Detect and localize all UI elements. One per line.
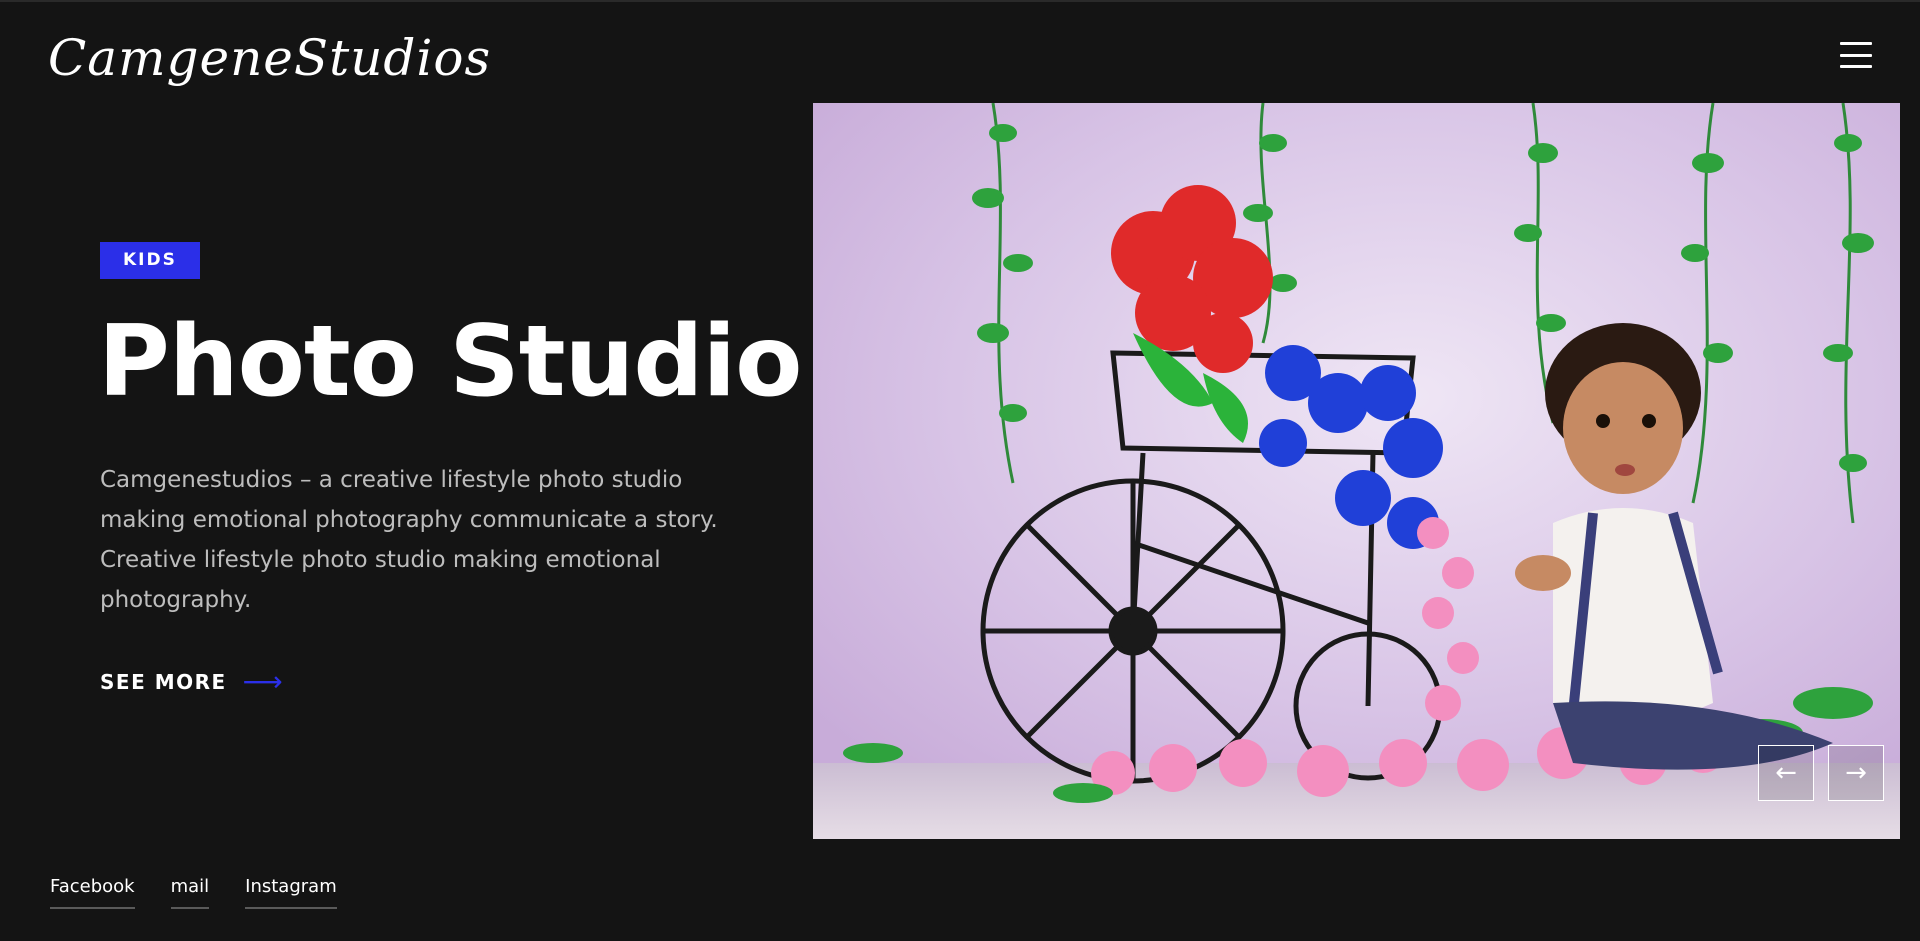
social-link-facebook[interactable]: Facebook [50,876,135,909]
hero-title: Photo Studio [98,305,802,419]
category-badge: KIDS [100,242,200,279]
menu-line [1840,65,1872,68]
see-more-label: SEE MORE [100,670,227,694]
see-more-link[interactable]: SEE MORE ⟶ [100,665,285,698]
slide-photo-kid-with-flower-bicycle [813,103,1900,839]
page: CamgeneStudios KIDS Photo Studio Camgene… [0,0,1920,941]
social-links: Facebook mail Instagram [50,876,337,909]
slider-prev-button[interactable]: ← [1758,745,1814,801]
hamburger-menu-icon[interactable] [1840,42,1872,68]
menu-line [1840,42,1872,45]
hero-description: Camgenestudios – a creative lifestyle ph… [100,467,718,613]
arrow-right-icon: → [1845,758,1867,788]
social-link-instagram[interactable]: Instagram [245,876,337,909]
social-link-mail[interactable]: mail [170,876,210,909]
arrow-right-icon: ⟶ [242,665,285,698]
image-slider: ← → [813,103,1900,839]
slider-next-button[interactable]: → [1828,745,1884,801]
arrow-left-icon: ← [1775,758,1797,788]
menu-line [1840,53,1872,57]
site-logo[interactable]: CamgeneStudios [48,28,491,88]
